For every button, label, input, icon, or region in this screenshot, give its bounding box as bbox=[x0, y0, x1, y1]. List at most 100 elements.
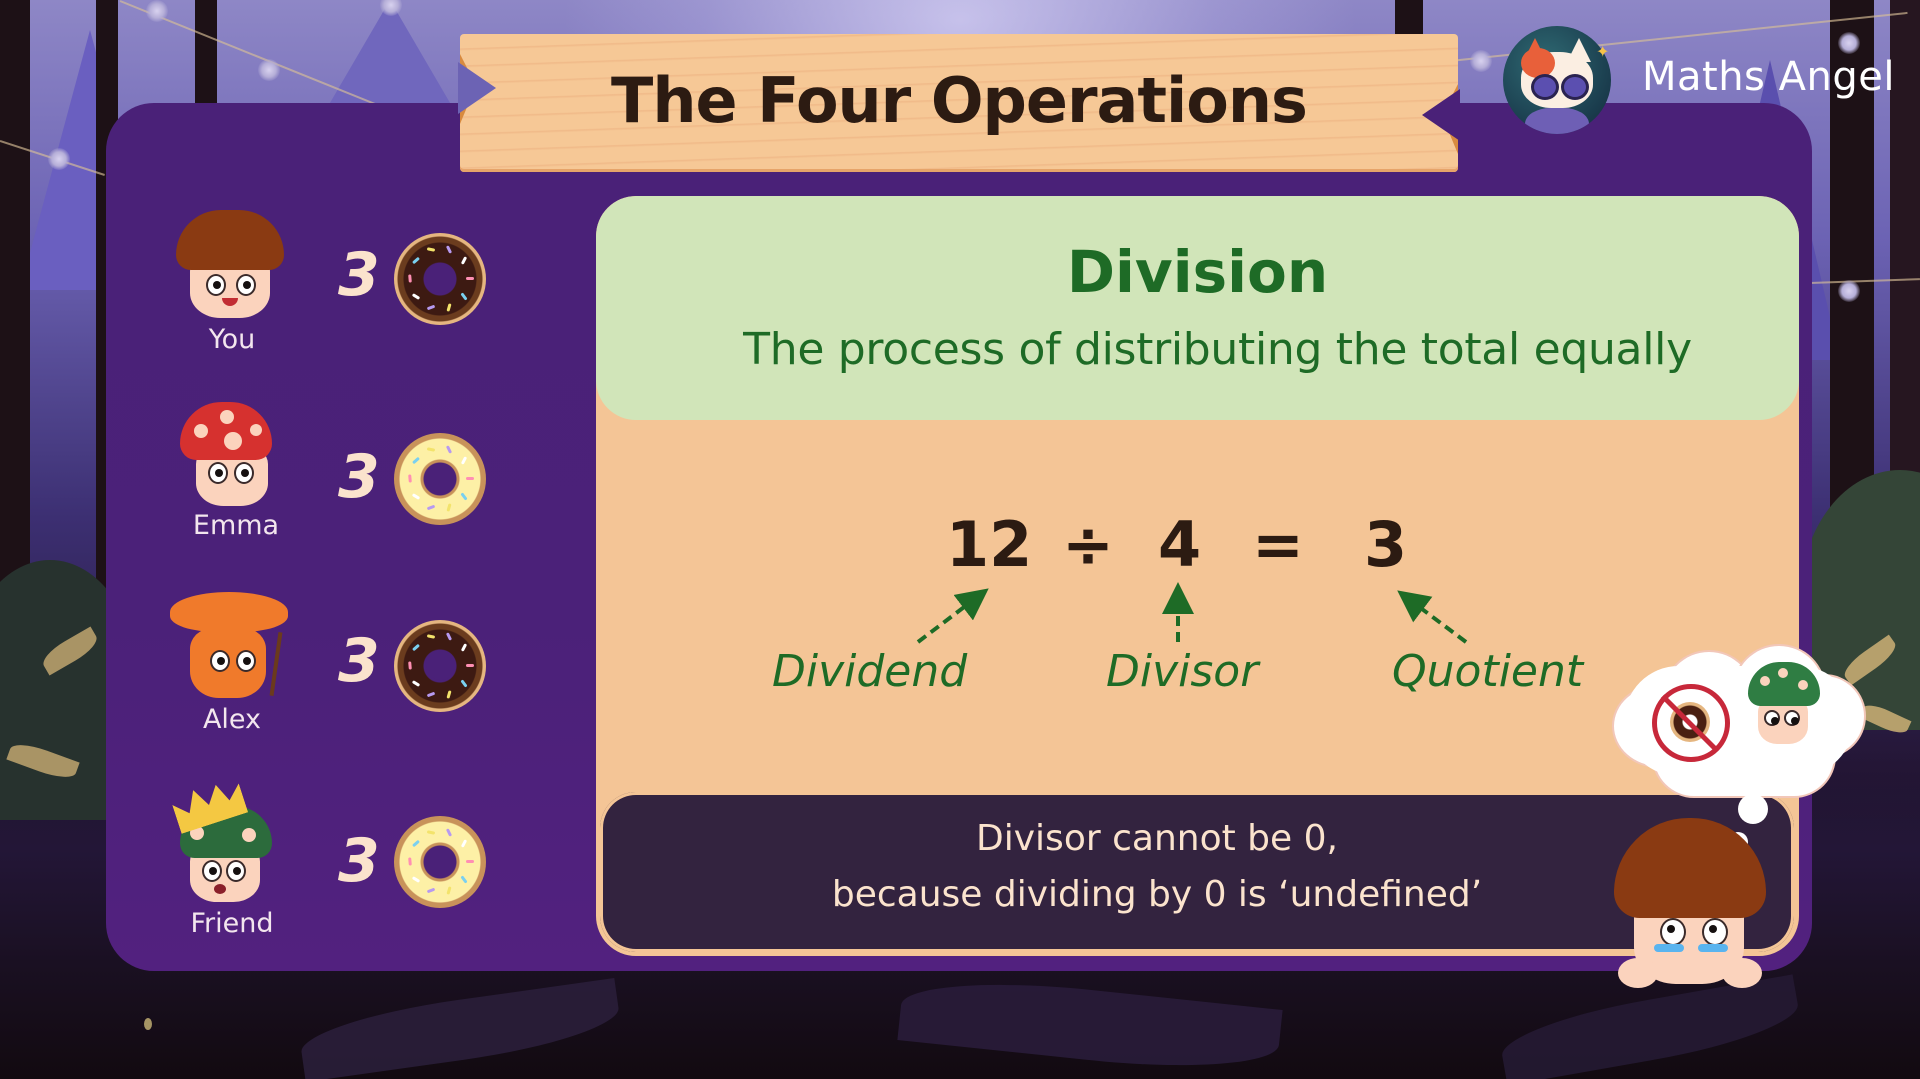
cat-patch bbox=[1521, 48, 1555, 78]
sprinkle bbox=[446, 502, 452, 512]
eye bbox=[234, 462, 254, 484]
cap-spot bbox=[224, 432, 242, 450]
sprinkle bbox=[460, 292, 468, 301]
fairy-light bbox=[1470, 50, 1492, 72]
page-title: The Four Operations bbox=[611, 64, 1308, 137]
equation-dividend: 12 bbox=[946, 508, 1033, 581]
vanilla-donut-icon bbox=[394, 433, 486, 525]
sprinkle bbox=[446, 689, 452, 699]
cap-spot bbox=[250, 424, 262, 436]
no-donut-icon bbox=[1652, 684, 1730, 762]
sprinkle bbox=[426, 691, 435, 697]
definition-title: Division bbox=[1066, 238, 1329, 306]
sprinkle bbox=[426, 634, 435, 640]
sprinkle bbox=[411, 457, 420, 465]
cat-body bbox=[1525, 108, 1589, 134]
sprinkle bbox=[426, 247, 435, 253]
sprinkle bbox=[426, 304, 435, 310]
division-card: Division The process of distributing the… bbox=[596, 196, 1799, 956]
donut-count: 3 bbox=[338, 626, 380, 696]
sprinkle bbox=[466, 477, 474, 480]
sprinkle bbox=[466, 664, 474, 667]
donut-count: 3 bbox=[338, 240, 380, 310]
sprinkle bbox=[426, 830, 435, 836]
cap-spot bbox=[1760, 676, 1770, 686]
fairy-light bbox=[48, 148, 70, 170]
equation-equals: = bbox=[1252, 508, 1304, 581]
brand-name[interactable]: Maths Angel bbox=[1642, 54, 1895, 100]
sprinkle bbox=[411, 840, 420, 848]
equation-divisor: 4 bbox=[1158, 508, 1202, 581]
note-line-1: Divisor cannot be 0, bbox=[976, 818, 1338, 859]
eye bbox=[208, 462, 228, 484]
chocolate-donut-icon bbox=[394, 233, 486, 325]
label-dividend: Dividend bbox=[772, 646, 968, 697]
mouth bbox=[214, 884, 226, 894]
thought-bubble-dot bbox=[1738, 794, 1768, 824]
cat-logo-icon[interactable] bbox=[1503, 26, 1611, 134]
sprinkle bbox=[460, 492, 468, 501]
sprinkle bbox=[446, 445, 453, 455]
fairy-light bbox=[258, 59, 280, 81]
sprinkle bbox=[411, 292, 420, 300]
label-quotient: Quotient bbox=[1392, 646, 1584, 697]
fairy-light bbox=[1838, 280, 1860, 302]
warning-note: Divisor cannot be 0, because dividing by… bbox=[600, 792, 1794, 952]
sunglasses-lens bbox=[1561, 74, 1589, 100]
sprinkle bbox=[426, 504, 435, 510]
eye bbox=[236, 650, 256, 672]
eye bbox=[206, 274, 226, 296]
dividend-arrow bbox=[916, 588, 989, 644]
sprinkle bbox=[460, 875, 468, 884]
sprinkle bbox=[408, 274, 412, 283]
glow-dot bbox=[144, 1018, 152, 1030]
sprinkle bbox=[408, 857, 412, 866]
chocolate-donut-icon bbox=[394, 620, 486, 712]
sprinkle bbox=[411, 257, 420, 265]
person-name: Alex bbox=[202, 704, 262, 735]
tear-icon bbox=[1698, 944, 1728, 952]
sprinkle bbox=[411, 679, 420, 687]
donut-count: 3 bbox=[338, 442, 380, 512]
cap-spot bbox=[1798, 680, 1808, 690]
cap-spot bbox=[242, 828, 256, 842]
vanilla-donut-icon bbox=[394, 816, 486, 908]
pine-tree-silhouette bbox=[320, 0, 460, 120]
title-board: The Four Operations bbox=[458, 34, 1460, 172]
mushroom-cap bbox=[170, 592, 288, 632]
sprinkle bbox=[411, 875, 420, 883]
note-line-2: because dividing by 0 is ‘undefined’ bbox=[831, 874, 1483, 915]
sprinkle bbox=[446, 632, 453, 642]
sprinkle bbox=[446, 828, 453, 838]
sprinkle bbox=[460, 679, 468, 688]
sprinkle bbox=[446, 885, 452, 895]
sprinkle bbox=[466, 277, 474, 280]
sprinkle bbox=[408, 661, 412, 670]
tear-icon bbox=[1654, 944, 1684, 952]
sparkle-icon: ✦ bbox=[1596, 42, 1610, 61]
sunglasses-lens bbox=[1531, 74, 1559, 100]
sprinkle bbox=[461, 456, 468, 466]
sprinkle bbox=[461, 839, 468, 849]
sprinkle bbox=[426, 447, 435, 453]
person-name: You bbox=[208, 324, 256, 355]
cap-spot bbox=[1778, 668, 1788, 678]
sprinkle bbox=[411, 492, 420, 500]
hand bbox=[1722, 958, 1762, 988]
definition-box: Division The process of distributing the… bbox=[596, 196, 1799, 420]
fairy-light bbox=[1838, 32, 1860, 54]
sprinkle bbox=[446, 302, 452, 312]
label-divisor: Divisor bbox=[1106, 646, 1259, 697]
eye bbox=[1660, 918, 1686, 946]
sprinkle bbox=[461, 643, 468, 653]
eye bbox=[1784, 710, 1800, 726]
cap-spot bbox=[194, 424, 208, 438]
sprinkle bbox=[466, 860, 474, 863]
sprinkle bbox=[426, 887, 435, 893]
sprinkle bbox=[408, 474, 412, 483]
donut-count: 3 bbox=[338, 826, 380, 896]
person-name: Friend bbox=[190, 908, 274, 939]
equation-quotient: 3 bbox=[1364, 508, 1408, 581]
eye bbox=[1702, 918, 1728, 946]
quotient-arrow bbox=[1397, 590, 1468, 644]
